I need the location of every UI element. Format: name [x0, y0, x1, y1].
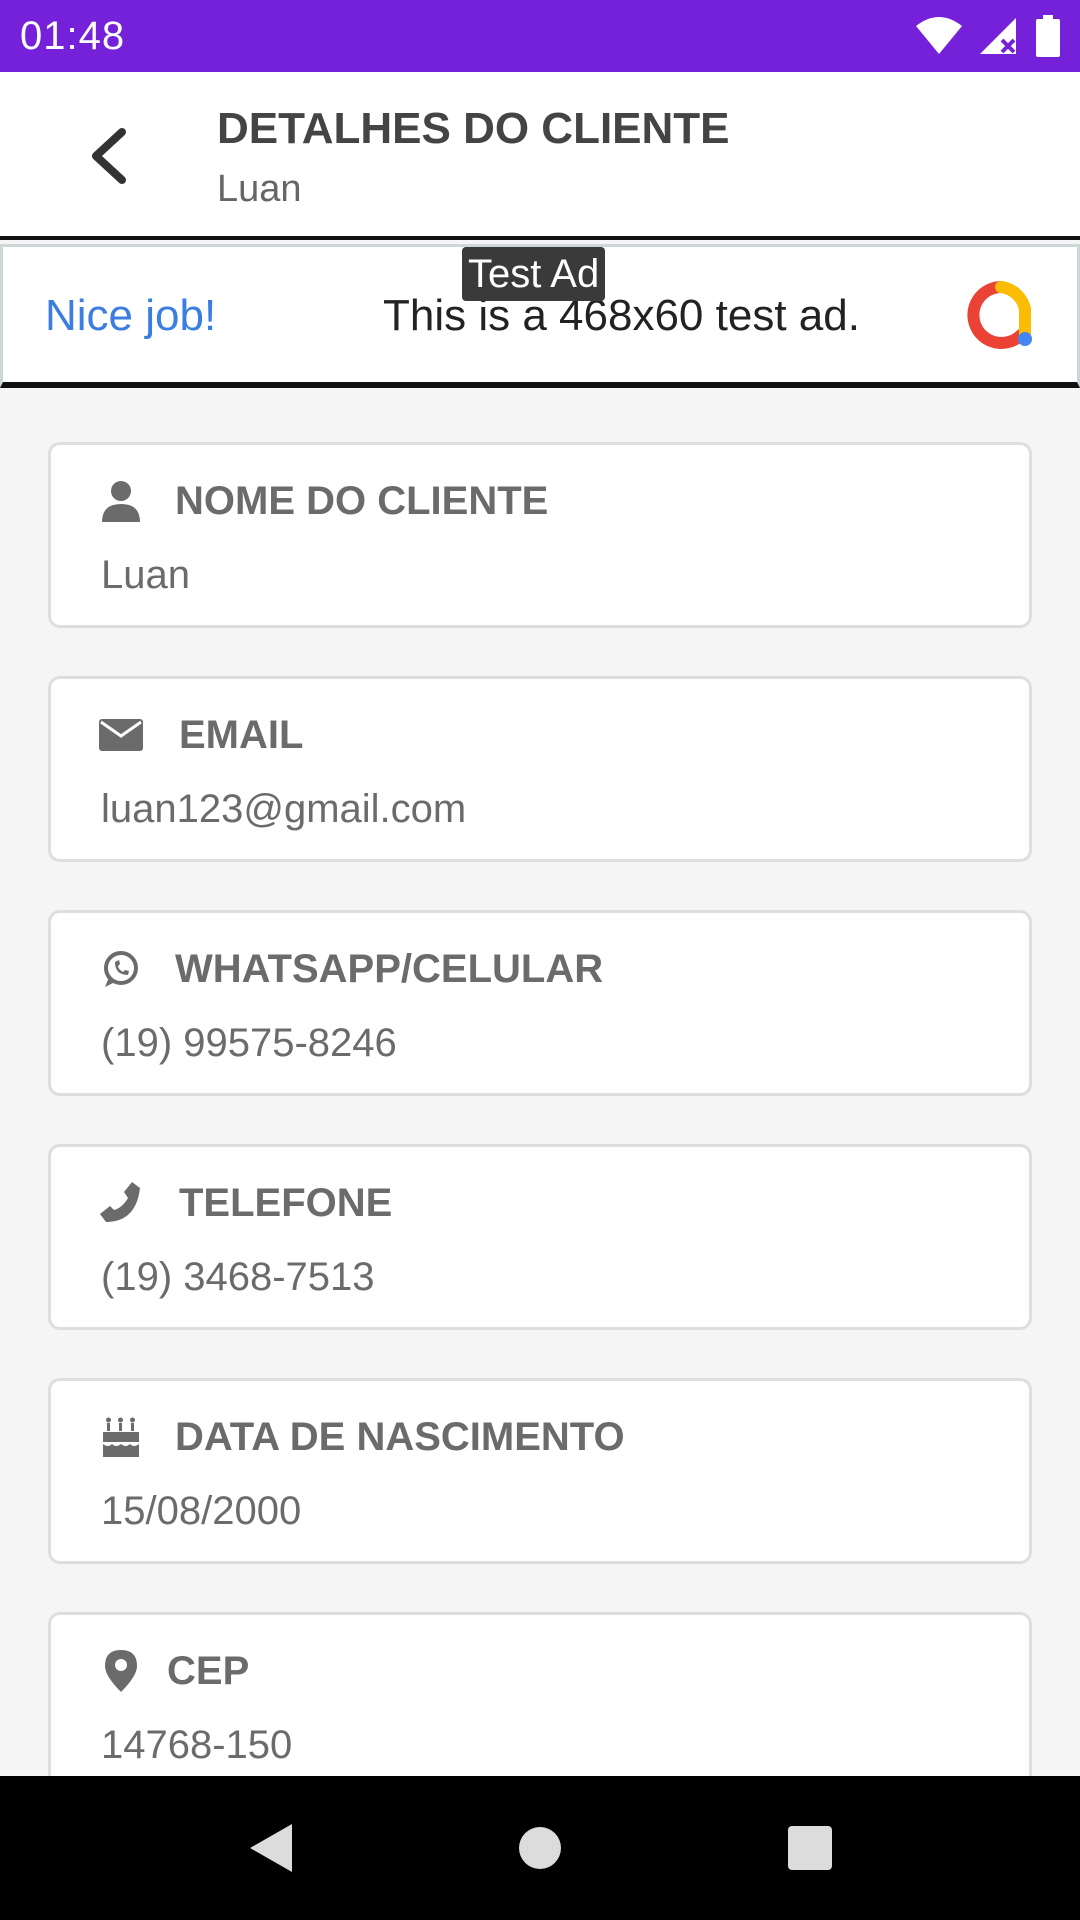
field-card-whatsapp: WHATSAPP/CELULAR (19) 99575-8246 [48, 910, 1032, 1096]
status-icons [916, 15, 1060, 57]
chevron-left-icon [92, 128, 126, 184]
field-value: (19) 99575-8246 [101, 1021, 397, 1065]
system-nav-bar [0, 1776, 1080, 1920]
field-card-cep: CEP 14768-150 [48, 1612, 1032, 1776]
field-label: NOME DO CLIENTE [175, 479, 549, 523]
status-bar: 01:48 [0, 0, 1080, 72]
nav-home-button[interactable] [510, 1818, 570, 1878]
recents-square-icon [788, 1826, 832, 1870]
field-label: EMAIL [179, 713, 304, 757]
battery-icon [1036, 15, 1060, 57]
signal-icon [980, 18, 1016, 54]
user-icon [99, 475, 143, 527]
field-card-email: EMAIL luan123@gmail.com [48, 676, 1032, 862]
ad-banner[interactable]: Nice job! This is a 468x60 test ad. Test… [0, 244, 1080, 388]
app-header: DETALHES DO CLIENTE Luan [0, 72, 1080, 240]
birthday-cake-icon [99, 1411, 143, 1463]
wifi-icon [916, 17, 962, 54]
field-card-name: NOME DO CLIENTE Luan [48, 442, 1032, 628]
phone-icon [99, 1177, 143, 1229]
field-label: TELEFONE [179, 1181, 393, 1225]
status-time: 01:48 [20, 13, 126, 58]
field-card-nascimento: DATA DE NASCIMENTO 15/08/2000 [48, 1378, 1032, 1564]
back-button[interactable] [70, 118, 146, 194]
field-label: CEP [167, 1649, 250, 1693]
field-label: DATA DE NASCIMENTO [175, 1415, 625, 1459]
whatsapp-icon [99, 943, 143, 995]
page-subtitle: Luan [217, 168, 302, 210]
page-title: DETALHES DO CLIENTE [217, 104, 730, 153]
field-value: luan123@gmail.com [101, 787, 467, 831]
back-triangle-icon [250, 1824, 292, 1872]
client-details: NOME DO CLIENTE Luan EMAIL luan123@gmail… [0, 390, 1080, 1776]
field-card-telefone: TELEFONE (19) 3468-7513 [48, 1144, 1032, 1330]
field-value: (19) 3468-7513 [101, 1255, 375, 1299]
field-value: 14768-150 [101, 1723, 293, 1767]
field-value: Luan [101, 553, 190, 597]
ad-label: Test Ad [462, 247, 606, 301]
ad-headline: Nice job! [45, 291, 217, 340]
admob-logo-icon [967, 281, 1032, 349]
nav-recents-button[interactable] [780, 1818, 840, 1878]
field-value: 15/08/2000 [101, 1489, 302, 1533]
envelope-icon [99, 709, 143, 761]
nav-back-button[interactable] [240, 1818, 300, 1878]
home-circle-icon [519, 1827, 561, 1869]
map-marker-icon [99, 1645, 143, 1697]
ad-text: This is a 468x60 test ad. [383, 291, 860, 340]
field-label: WHATSAPP/CELULAR [175, 947, 604, 991]
